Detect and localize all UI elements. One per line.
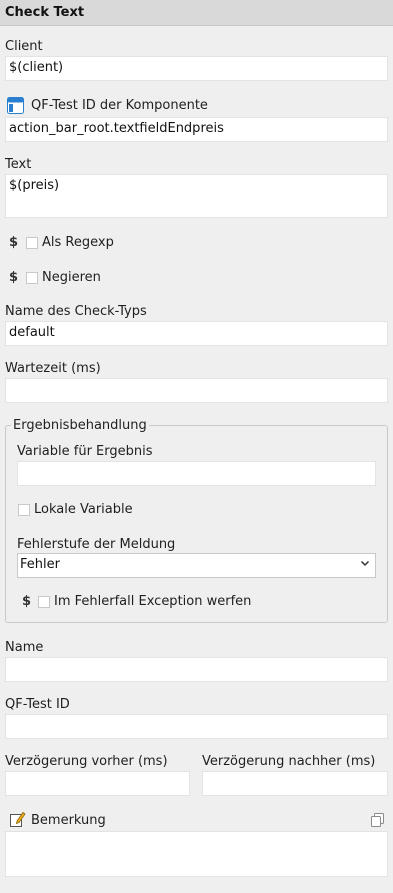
component-window-icon xyxy=(7,97,24,114)
name-label: Name xyxy=(5,640,44,655)
comment-area[interactable] xyxy=(5,831,388,877)
negate-label: Negieren xyxy=(42,270,101,285)
client-field[interactable]: $(client) xyxy=(5,56,388,81)
local-variable-label: Lokale Variable xyxy=(34,502,133,517)
local-variable-checkbox[interactable] xyxy=(18,504,30,516)
result-variable-field[interactable] xyxy=(17,461,376,486)
exception-variable-marker[interactable]: $ xyxy=(22,594,31,609)
check-type-field[interactable]: default xyxy=(5,321,388,346)
qftest-id-label: QF-Test ID xyxy=(5,697,70,712)
pencil-note-icon[interactable] xyxy=(10,811,26,827)
severity-label: Fehlerstufe der Meldung xyxy=(17,537,176,552)
exception-label: Im Fehlerfall Exception werfen xyxy=(54,594,252,609)
qftest-id-field[interactable] xyxy=(5,714,388,739)
chevron-down-icon[interactable] xyxy=(360,558,370,571)
timeout-label: Wartezeit (ms) xyxy=(5,361,101,376)
regexp-variable-marker[interactable]: $ xyxy=(9,235,18,250)
regexp-checkbox[interactable] xyxy=(26,237,38,249)
exception-checkbox[interactable] xyxy=(38,596,50,608)
name-field[interactable] xyxy=(5,657,388,682)
text-area[interactable]: $(preis) xyxy=(5,174,388,218)
delay-after-field[interactable] xyxy=(202,771,388,796)
delay-before-field[interactable] xyxy=(5,771,190,796)
result-variable-label: Variable für Ergebnis xyxy=(17,444,153,459)
timeout-field[interactable] xyxy=(5,378,388,403)
delay-after-label: Verzögerung nachher (ms) xyxy=(202,754,376,769)
negate-variable-marker[interactable]: $ xyxy=(9,270,18,285)
negate-checkbox[interactable] xyxy=(26,272,38,284)
copy-icon[interactable] xyxy=(371,813,384,827)
comment-label: Bemerkung xyxy=(31,813,106,828)
severity-selected-value: Fehler xyxy=(20,557,60,572)
client-label: Client xyxy=(5,39,43,54)
text-label: Text xyxy=(5,157,32,172)
severity-select[interactable]: Fehler xyxy=(17,553,376,578)
panel-title: Check Text xyxy=(5,5,85,20)
delay-before-label: Verzögerung vorher (ms) xyxy=(5,754,168,769)
component-id-field[interactable]: action_bar_root.textfieldEndpreis xyxy=(5,117,388,142)
result-handling-title: Ergebnisbehandlung xyxy=(11,418,149,433)
regexp-label: Als Regexp xyxy=(42,235,114,250)
check-type-label: Name des Check-Typs xyxy=(5,304,147,319)
component-id-label: QF-Test ID der Komponente xyxy=(31,98,208,113)
